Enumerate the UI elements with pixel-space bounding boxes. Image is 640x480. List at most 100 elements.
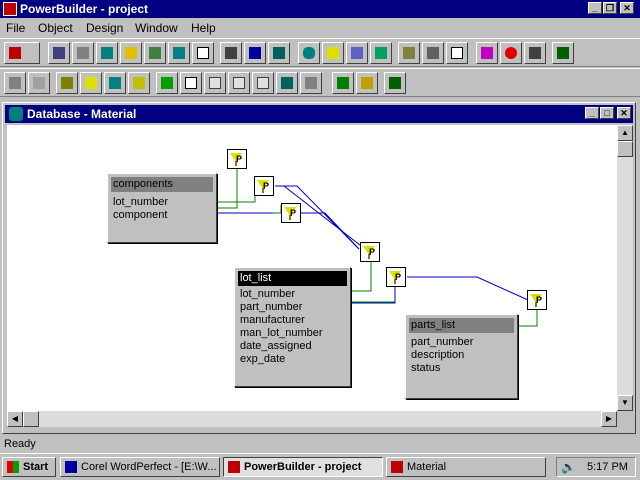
table-column[interactable]: description xyxy=(411,349,464,361)
toolbar-button-columns[interactable] xyxy=(56,72,78,94)
scroll-right-button[interactable]: ▶ xyxy=(601,411,617,427)
scroll-left-button[interactable]: ◀ xyxy=(7,411,23,427)
table-header[interactable]: lot_list xyxy=(238,271,347,286)
foreign-key-join-icon[interactable]: P xyxy=(227,149,247,169)
powerbuilder-icon xyxy=(228,461,240,473)
toolbar-button-query[interactable] xyxy=(192,42,214,64)
table-components[interactable]: components lot_number component xyxy=(107,173,217,243)
menu-icon xyxy=(101,47,113,59)
table-column[interactable]: component xyxy=(113,209,167,221)
horizontal-scroll-thumb[interactable] xyxy=(23,411,39,427)
tables-icon xyxy=(9,77,21,89)
taskbar-item-label: PowerBuilder - project xyxy=(244,461,362,473)
toolbar-button-key[interactable] xyxy=(80,72,102,94)
table-column[interactable]: exp_date xyxy=(240,353,285,365)
taskbar-item-powerbuilder[interactable]: PowerBuilder - project xyxy=(223,457,383,477)
toolbar-button-erase[interactable] xyxy=(180,72,202,94)
toolbar-button-close-painter[interactable] xyxy=(384,72,406,94)
taskbar-item-material[interactable]: Material xyxy=(386,457,546,477)
toolbar-button-project[interactable] xyxy=(268,42,290,64)
table-column[interactable]: manufacturer xyxy=(240,314,305,326)
toolbar-button-foreign-key[interactable] xyxy=(128,72,150,94)
toolbar-button-debug[interactable] xyxy=(500,42,522,64)
child-title-bar[interactable]: Database - Material _ □ ✕ xyxy=(5,105,633,123)
taskbar-item-wordperfect[interactable]: Corel WordPerfect - [E:\W... xyxy=(60,457,220,477)
toolbar-button-pencil[interactable] xyxy=(356,72,378,94)
minimize-button[interactable]: _ xyxy=(588,2,602,14)
edit-icon xyxy=(451,47,463,59)
toolbar-button-datawindow[interactable] xyxy=(168,42,190,64)
db-profile-icon xyxy=(327,47,339,59)
restore-button[interactable]: ❐ xyxy=(603,2,617,14)
database-painter-window[interactable]: Database - Material _ □ ✕ components lot… xyxy=(2,102,636,434)
child-close-button[interactable]: ✕ xyxy=(617,107,631,119)
foreign-key-join-icon[interactable]: P xyxy=(281,203,301,223)
clock[interactable]: 5:17 PM xyxy=(587,461,628,473)
app-icon[interactable] xyxy=(3,2,17,16)
menu-design[interactable]: Design xyxy=(86,21,123,35)
toolbar-button-pipeline[interactable] xyxy=(244,42,266,64)
toolbar-button-bank[interactable] xyxy=(422,42,444,64)
scroll-down-button[interactable]: ▼ xyxy=(617,395,633,411)
close-button[interactable]: ✕ xyxy=(620,2,634,14)
toolbar-button-exit[interactable] xyxy=(552,42,574,64)
foreign-key-join-icon[interactable]: P xyxy=(527,290,547,310)
taskbar-item-label: Material xyxy=(407,461,447,473)
table-column[interactable]: lot_number xyxy=(113,196,168,208)
horizontal-scrollbar[interactable]: ◀ ▶ xyxy=(7,411,617,427)
menu-file[interactable]: File xyxy=(6,21,25,35)
toolbar-button-database[interactable] xyxy=(298,42,320,64)
menu-object[interactable]: Object xyxy=(38,21,73,35)
vertical-scrollbar[interactable]: ▲ ▼ xyxy=(617,125,633,411)
menu-help[interactable]: Help xyxy=(191,21,216,35)
toolbar-button-report[interactable] xyxy=(220,42,242,64)
toolbar-button-script[interactable] xyxy=(300,72,322,94)
table-lot-list[interactable]: lot_list lot_number part_number manufact… xyxy=(234,267,351,387)
table-column[interactable]: part_number xyxy=(240,301,302,313)
diagram-canvas[interactable]: components lot_number component lot_list… xyxy=(7,125,617,411)
toolbar-button-db-admin[interactable] xyxy=(346,42,368,64)
child-maximize-button[interactable]: □ xyxy=(600,107,614,119)
toolbar-powerbar xyxy=(0,38,640,67)
toolbar-button-application[interactable] xyxy=(4,42,40,64)
toolbar-button-browser[interactable] xyxy=(524,42,546,64)
toolbar-button-library[interactable] xyxy=(398,42,420,64)
start-button[interactable]: Start xyxy=(2,457,56,477)
toolbar-button-user-object[interactable] xyxy=(72,42,94,64)
toolbar-button-zoom[interactable] xyxy=(228,72,250,94)
toolbar-button-index[interactable] xyxy=(104,72,126,94)
toolbar-button-menu[interactable] xyxy=(96,42,118,64)
debug-icon xyxy=(505,47,517,59)
table-column[interactable]: part_number xyxy=(411,336,473,348)
toolbar-button-search[interactable] xyxy=(252,72,274,94)
child-minimize-button[interactable]: _ xyxy=(585,107,599,119)
table-column[interactable]: lot_number xyxy=(240,288,295,300)
table-column[interactable]: date_assigned xyxy=(240,340,312,352)
speaker-icon[interactable]: 🔈 xyxy=(561,460,576,474)
foreign-key-join-icon[interactable]: P xyxy=(254,176,274,196)
vertical-scroll-thumb[interactable] xyxy=(617,141,633,157)
toolbar-button-log[interactable] xyxy=(276,72,298,94)
toolbar-button-function[interactable] xyxy=(144,42,166,64)
toolbar-button-grid[interactable] xyxy=(28,72,50,94)
toolbar-button-tables[interactable] xyxy=(4,72,26,94)
app-title-bar[interactable]: PowerBuilder - project _ ❐ ✕ xyxy=(0,0,640,18)
menu-window[interactable]: Window xyxy=(135,21,178,35)
toolbar-button-preview[interactable] xyxy=(204,72,226,94)
toolbar-button-alter[interactable] xyxy=(156,72,178,94)
toolbar-button-edit[interactable] xyxy=(446,42,468,64)
table-parts-list[interactable]: parts_list part_number description statu… xyxy=(405,314,518,399)
scroll-up-button[interactable]: ▲ xyxy=(617,125,633,141)
table-header[interactable]: components xyxy=(111,177,213,192)
table-column[interactable]: man_lot_number xyxy=(240,327,323,339)
foreign-key-join-icon[interactable]: P xyxy=(360,242,380,262)
foreign-key-join-icon[interactable]: P xyxy=(386,267,406,287)
table-header[interactable]: parts_list xyxy=(409,318,514,333)
table-column[interactable]: status xyxy=(411,362,440,374)
toolbar-button-window[interactable] xyxy=(48,42,70,64)
toolbar-button-run[interactable] xyxy=(476,42,498,64)
toolbar-button-db-profile[interactable] xyxy=(322,42,344,64)
toolbar-button-data-manipulation[interactable] xyxy=(370,42,392,64)
toolbar-button-arrange[interactable] xyxy=(332,72,354,94)
toolbar-button-structure[interactable] xyxy=(120,42,142,64)
